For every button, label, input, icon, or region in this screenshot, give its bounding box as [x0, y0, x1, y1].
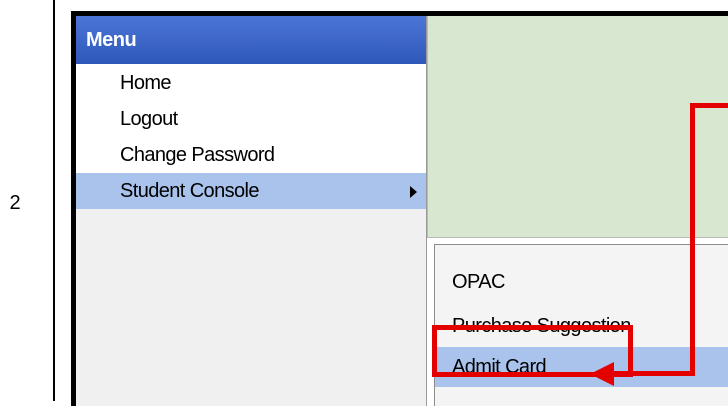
arrow-line-top [690, 103, 728, 108]
menu-item-student-console[interactable]: Student Console [76, 173, 426, 209]
menu-item-change-password[interactable]: Change Password [76, 137, 426, 173]
menu-list: Home Logout Change Password Student Cons… [76, 64, 426, 209]
table-cell-border [53, 0, 55, 401]
menu-item-label: Home [120, 72, 172, 94]
menu-header: Menu [76, 16, 426, 64]
submenu-arrow-icon [410, 186, 417, 198]
submenu-item-opac[interactable]: OPAC [435, 262, 728, 302]
menu-item-home[interactable]: Home [76, 65, 426, 101]
arrow-line-vertical [690, 103, 695, 376]
menu-item-logout[interactable]: Logout [76, 101, 426, 137]
arrow-left-icon [590, 362, 614, 386]
menu-item-label: Logout [120, 108, 178, 130]
sidebar-menu: Menu Home Logout Change Password Student… [76, 16, 427, 406]
step-number: 2 [9, 192, 21, 214]
content-area [427, 16, 728, 238]
menu-item-label: Student Console [120, 180, 259, 202]
submenu-item-label: OPAC [452, 271, 505, 293]
menu-item-label: Change Password [120, 144, 275, 166]
arrow-line-bottom [610, 371, 695, 376]
